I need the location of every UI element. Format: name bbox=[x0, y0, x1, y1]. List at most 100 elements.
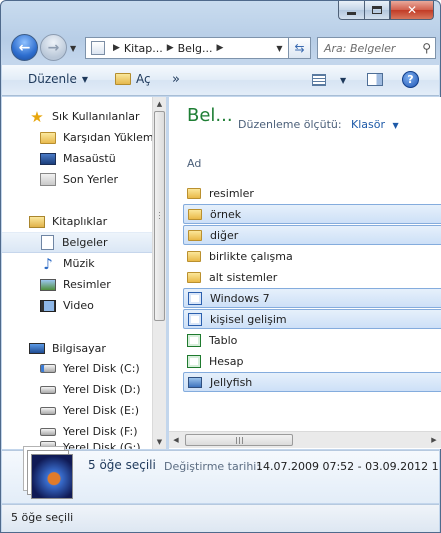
folder-icon bbox=[188, 208, 202, 220]
horizontal-scroll-thumb[interactable] bbox=[185, 434, 293, 446]
scroll-right-icon[interactable]: ▶ bbox=[427, 432, 441, 449]
file-row[interactable]: Tablo bbox=[183, 330, 441, 350]
maximize-button[interactable] bbox=[364, 1, 390, 20]
modified-date-label: Değiştirme tarihi: bbox=[164, 460, 261, 473]
file-name: Tablo bbox=[209, 333, 238, 347]
arrange-by-value: Klasör bbox=[351, 118, 385, 131]
change-view-button[interactable]: ▼ bbox=[312, 74, 346, 86]
file-row[interactable]: Windows 7 bbox=[183, 288, 441, 308]
nav-item-desktop[interactable]: Masaüstü bbox=[40, 149, 116, 168]
folder-icon bbox=[187, 187, 201, 199]
open-folder-icon bbox=[115, 73, 131, 85]
nav-item-recent-places[interactable]: Son Yerler bbox=[40, 170, 118, 189]
library-title: Bel... bbox=[187, 105, 233, 126]
file-row[interactable]: diğer bbox=[183, 225, 441, 245]
excel-spreadsheet-icon bbox=[187, 333, 201, 347]
nav-item-downloads[interactable]: Karşıdan Yüklem bbox=[40, 128, 154, 147]
folder-icon bbox=[187, 250, 201, 262]
nav-item-label: Video bbox=[63, 299, 94, 312]
more-commands-button[interactable]: » bbox=[172, 72, 180, 87]
file-name: örnek bbox=[210, 207, 242, 221]
file-row[interactable]: resimler bbox=[183, 183, 441, 203]
breadcrumb-separator-icon[interactable]: ▶ bbox=[167, 43, 174, 53]
selection-count: 5 öğe seçili bbox=[88, 458, 156, 472]
dropdown-arrow-icon: ▼ bbox=[392, 121, 399, 130]
file-name: alt sistemler bbox=[209, 270, 278, 284]
more-chevron-icon: » bbox=[172, 72, 180, 87]
nav-item-label: Son Yerler bbox=[63, 173, 119, 186]
minimize-button[interactable] bbox=[338, 1, 364, 20]
open-button[interactable]: Aç bbox=[115, 72, 151, 86]
nav-item-documents[interactable]: Belgeler bbox=[2, 232, 152, 253]
word-document-icon bbox=[188, 312, 202, 326]
selection-thumbnail bbox=[31, 454, 73, 499]
refresh-icon: ⇆ bbox=[294, 41, 305, 55]
modified-date-value: 14.07.2009 07:52 - 03.09.2012 1 bbox=[256, 460, 439, 473]
scroll-left-icon[interactable]: ◀ bbox=[169, 432, 183, 449]
nav-item-drive-c[interactable]: Yerel Disk (C:) bbox=[40, 359, 140, 378]
file-name: kişisel gelişim bbox=[210, 312, 287, 326]
column-header-name[interactable]: Ad bbox=[187, 157, 201, 170]
recent-pages-dropdown[interactable]: ▼ bbox=[70, 44, 76, 53]
command-bar: Düzenle ▼ Aç » ▼ ? bbox=[2, 65, 439, 96]
nav-item-drive-d[interactable]: Yerel Disk (D:) bbox=[40, 380, 141, 399]
status-bar: 5 öğe seçili bbox=[2, 504, 439, 532]
search-input[interactable]: Ara: Belgeler ⚲ bbox=[317, 37, 436, 59]
file-name: birlikte çalışma bbox=[209, 249, 293, 263]
caption-buttons: ✕ bbox=[338, 1, 434, 20]
file-row[interactable]: kişisel gelişim bbox=[183, 309, 441, 329]
organize-menu[interactable]: Düzenle ▼ bbox=[28, 72, 88, 86]
help-button[interactable]: ? bbox=[402, 71, 419, 88]
back-arrow-icon: ← bbox=[18, 39, 31, 56]
nav-item-drive-f[interactable]: Yerel Disk (F:) bbox=[40, 422, 138, 441]
breadcrumb-separator-icon[interactable]: ▶ bbox=[113, 43, 120, 53]
scroll-up-icon[interactable]: ▲ bbox=[153, 97, 166, 111]
help-icon: ? bbox=[402, 71, 419, 88]
nav-pane-scrollbar[interactable]: ▲ ▼ bbox=[152, 97, 166, 449]
word-document-icon bbox=[188, 291, 202, 305]
file-name: Hesap bbox=[209, 354, 244, 368]
drive-icon bbox=[40, 441, 56, 449]
computer-header[interactable]: Bilgisayar bbox=[29, 339, 106, 358]
address-bar[interactable]: ▶ Kitap... ▶ Belg... ▶ ▼ bbox=[85, 37, 289, 59]
refresh-button[interactable]: ⇆ bbox=[289, 37, 311, 59]
file-row[interactable]: alt sistemler bbox=[183, 267, 441, 287]
views-dropdown-icon[interactable]: ▼ bbox=[340, 76, 346, 85]
nav-scroll-thumb[interactable] bbox=[154, 111, 165, 321]
back-button[interactable]: ← bbox=[11, 34, 38, 61]
scroll-down-icon[interactable]: ▼ bbox=[153, 435, 166, 449]
nav-item-drive-g[interactable]: Yerel Disk (G:) bbox=[40, 441, 141, 449]
nav-item-label: Karşıdan Yüklem bbox=[63, 131, 154, 144]
open-label: Aç bbox=[136, 72, 151, 86]
nav-item-drive-e[interactable]: Yerel Disk (E:) bbox=[40, 401, 139, 420]
nav-item-label: Yerel Disk (G:) bbox=[63, 441, 141, 449]
file-list-horizontal-scrollbar[interactable]: ◀ ▶ bbox=[169, 431, 441, 448]
recent-places-icon bbox=[40, 173, 56, 186]
close-button[interactable]: ✕ bbox=[390, 1, 434, 20]
file-row[interactable]: Hesap bbox=[183, 351, 441, 371]
navigation-pane: ★ Sık Kullanılanlar Karşıdan Yüklem Masa… bbox=[2, 97, 166, 449]
breadcrumb-separator-icon[interactable]: ▶ bbox=[216, 43, 223, 53]
breadcrumb-libraries[interactable]: Kitap... bbox=[124, 42, 163, 55]
address-dropdown-icon[interactable]: ▼ bbox=[271, 44, 288, 53]
organize-label: Düzenle bbox=[28, 72, 77, 86]
file-row[interactable]: Jellyfish bbox=[183, 372, 441, 392]
details-pane: 5 öğe seçili Değiştirme tarihi: 14.07.20… bbox=[2, 450, 439, 503]
nav-item-videos[interactable]: Video bbox=[40, 296, 94, 315]
arrange-by-dropdown[interactable]: Klasör ▼ bbox=[351, 118, 399, 131]
libraries-header[interactable]: Kitaplıklar bbox=[29, 212, 107, 231]
preview-pane-button[interactable] bbox=[367, 73, 383, 86]
file-row[interactable]: örnek bbox=[183, 204, 441, 224]
arrange-by-label: Düzenleme ölçütü: bbox=[238, 118, 342, 131]
desktop-icon bbox=[40, 152, 56, 165]
nav-item-label: Yerel Disk (D:) bbox=[63, 383, 141, 396]
views-icon bbox=[312, 74, 326, 86]
breadcrumb-documents[interactable]: Belg... bbox=[178, 42, 213, 55]
nav-item-music[interactable]: ♪ Müzik bbox=[40, 254, 94, 273]
file-row[interactable]: birlikte çalışma bbox=[183, 246, 441, 266]
nav-item-pictures[interactable]: Resimler bbox=[40, 275, 111, 294]
forward-button[interactable]: → bbox=[40, 34, 67, 61]
favorites-header[interactable]: ★ Sık Kullanılanlar bbox=[29, 107, 139, 126]
search-icon[interactable]: ⚲ bbox=[422, 41, 431, 55]
drive-icon bbox=[40, 427, 56, 436]
